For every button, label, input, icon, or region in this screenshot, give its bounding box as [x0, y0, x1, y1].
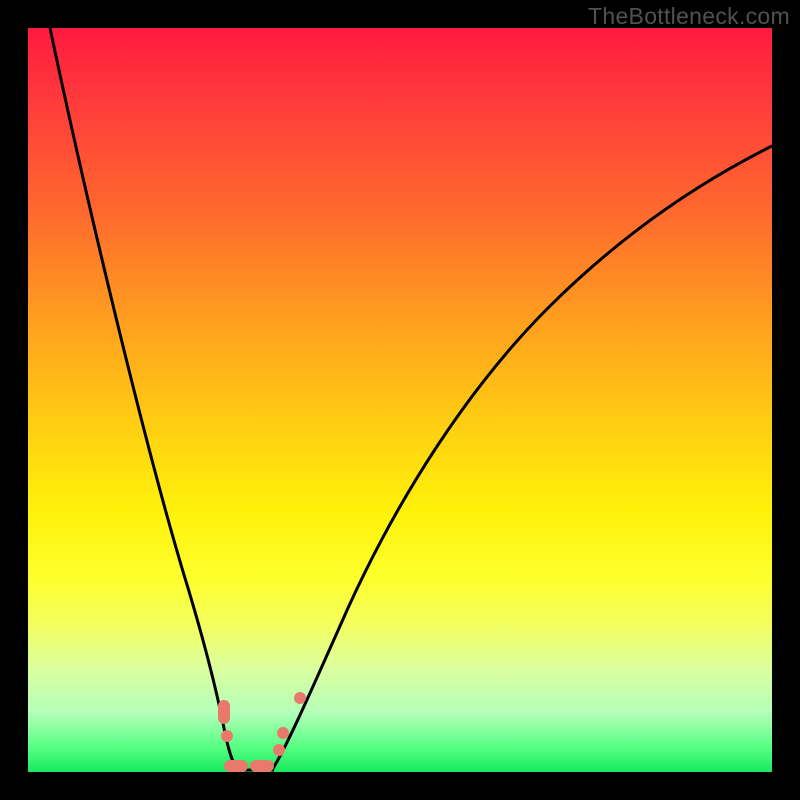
marker-pill-h-1 [224, 760, 248, 772]
watermark-text: TheBottleneck.com [588, 3, 790, 30]
marker-pill-h-2 [250, 760, 274, 772]
curve-left [50, 28, 238, 770]
marker-dot-3 [277, 727, 289, 739]
marker-pill-v-1 [218, 700, 230, 724]
plot-area [28, 28, 772, 772]
marker-dot-1 [221, 730, 233, 742]
bottleneck-curve [28, 28, 772, 772]
curve-right [272, 146, 772, 770]
marker-dot-2 [273, 744, 285, 756]
chart-frame: TheBottleneck.com [0, 0, 800, 800]
marker-dot-4 [294, 692, 306, 704]
